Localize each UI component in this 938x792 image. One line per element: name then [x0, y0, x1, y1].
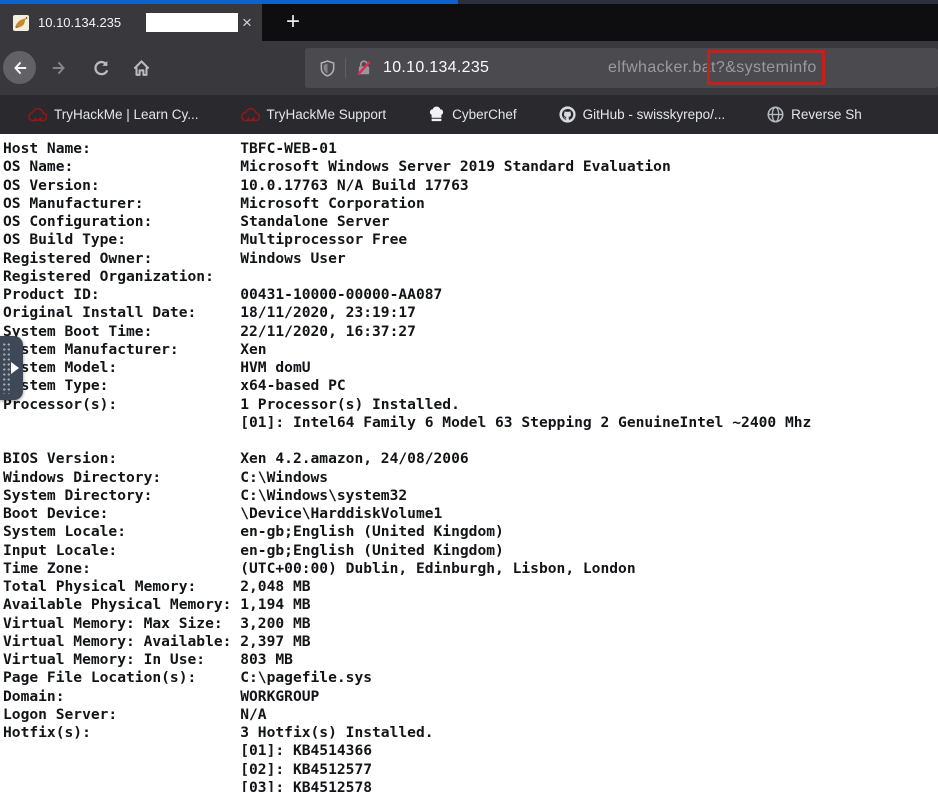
url-host: 10.10.134.235 — [383, 59, 489, 77]
expand-arrow-icon — [11, 362, 19, 374]
url-bar[interactable]: 10.10.134.235 elfwhacker.bat?&systeminfo — [305, 48, 938, 88]
bookmark-label: TryHackMe | Learn Cy... — [54, 107, 199, 122]
navigation-toolbar: 10.10.134.235 elfwhacker.bat?&systeminfo — [0, 41, 938, 95]
drag-dots-icon — [2, 342, 11, 394]
url-path-highlighted: t?&systeminfo — [711, 59, 817, 77]
page-content: Host Name: TBFC-WEB-01 OS Name: Microsof… — [0, 134, 938, 792]
tab-active[interactable]: 10.10.134.235 × — [0, 4, 262, 41]
tab-title: 10.10.134.235 — [38, 15, 121, 30]
systeminfo-text: Host Name: TBFC-WEB-01 OS Name: Microsof… — [0, 134, 938, 792]
urlbar-separator — [345, 58, 346, 78]
globe-icon — [767, 106, 784, 123]
bookmark-label: CyberChef — [452, 107, 517, 122]
bookmark-reverse-shell[interactable]: Reverse Sh — [767, 106, 862, 123]
tracking-protection-shield-icon[interactable] — [319, 60, 336, 77]
url-path: elfwhacker.bat?&systeminfo — [608, 48, 817, 88]
new-tab-button[interactable]: + — [276, 5, 310, 39]
redaction-box — [146, 13, 238, 32]
bookmark-github-swisskyrepo[interactable]: GitHub - swisskyrepo/... — [559, 106, 726, 123]
bookmark-tryhackme-support[interactable]: TryHackMe Support — [241, 107, 387, 122]
home-icon — [132, 59, 151, 78]
site-favicon — [13, 15, 29, 31]
bookmark-cyberchef[interactable]: CyberChef — [428, 106, 517, 123]
tab-close-icon[interactable]: × — [237, 13, 257, 33]
chef-hat-icon — [428, 106, 445, 123]
bookmark-label: Reverse Sh — [791, 107, 862, 122]
back-button[interactable] — [3, 51, 36, 84]
forward-icon — [50, 59, 68, 77]
reload-icon — [92, 59, 111, 78]
forward-button[interactable] — [45, 54, 73, 82]
bookmark-tryhackme-learn[interactable]: TryHackMe | Learn Cy... — [28, 107, 199, 122]
annotation-box — [707, 50, 825, 85]
back-icon — [11, 59, 29, 77]
browser-window: 10.10.134.235 × + — [0, 0, 938, 792]
bookmark-label: GitHub - swisskyrepo/... — [583, 107, 726, 122]
sidebar-drawer-handle[interactable] — [0, 336, 23, 400]
tab-strip: 10.10.134.235 × + — [0, 4, 938, 41]
reload-button[interactable] — [87, 54, 115, 82]
home-button[interactable] — [127, 54, 155, 82]
bookmark-label: TryHackMe Support — [267, 107, 387, 122]
github-icon — [559, 106, 576, 123]
tryhackme-icon — [241, 108, 260, 122]
insecure-lock-icon[interactable] — [355, 59, 373, 77]
url-path-prefix: elfwhacker.ba — [608, 59, 711, 77]
tryhackme-icon — [28, 108, 47, 122]
bookmarks-toolbar: TryHackMe | Learn Cy... TryHackMe Suppor… — [0, 95, 938, 134]
